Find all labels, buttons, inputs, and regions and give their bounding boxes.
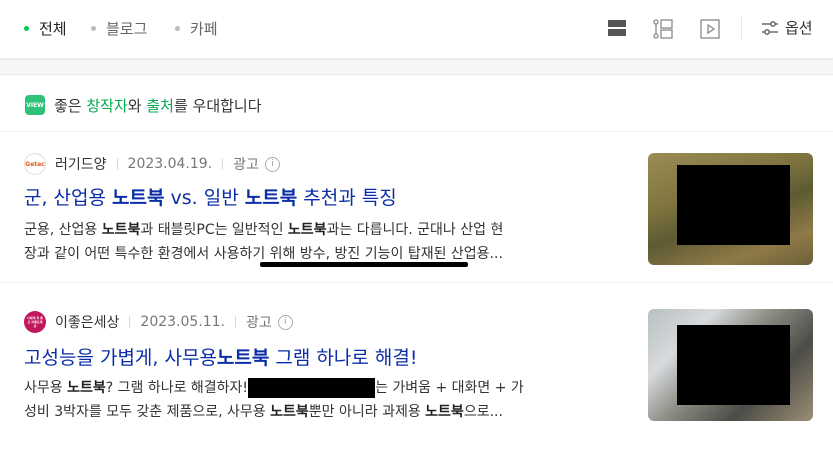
post-date: 2023.04.19. <box>127 156 213 172</box>
result-description[interactable]: 군용, 산업용 노트북과 태블릿PC는 일반적인 노트북과는 다릅니다. 군대나… <box>24 218 614 266</box>
video-view-icon[interactable] <box>699 18 721 40</box>
options-button[interactable]: 옵션 <box>761 17 813 38</box>
title-part: 고성능을 가볍게, 사무용 <box>24 347 217 369</box>
tab-cafe-label: 카페 <box>190 20 218 38</box>
banner-text-1: 좋은 <box>54 97 87 115</box>
divider <box>129 316 131 328</box>
ad-label: 광고 <box>246 315 272 331</box>
info-icon[interactable]: i <box>277 314 293 330</box>
redaction-box <box>677 165 790 245</box>
author-name[interactable]: 러기드양 <box>55 154 107 174</box>
divider <box>235 316 237 328</box>
author-avatar[interactable]: 나에게 꼭 좋은 이좋은세상 <box>24 311 46 333</box>
ad-label: 광고 <box>233 157 259 173</box>
title-keyword: 노트북 <box>244 187 298 209</box>
dot-icon <box>175 26 180 31</box>
redaction-box <box>248 378 376 398</box>
desc-line: 사무용 노트북? 그램 하나로 해결하자! 는 가벼움 + 대화면 + 가 <box>24 378 524 398</box>
result-description[interactable]: 사무용 노트북? 그램 하나로 해결하자! 는 가벼움 + 대화면 + 가 성비 … <box>24 376 614 424</box>
list-view-icon[interactable] <box>607 18 627 38</box>
divider <box>741 17 742 39</box>
active-dot-icon <box>24 26 29 31</box>
options-label: 옵션 <box>785 19 813 37</box>
view-banner: VIEW 좋은 창작자와 출처를 우대합니다 <box>0 75 833 132</box>
options-sliders-icon <box>762 20 778 35</box>
avatar-text: 나에게 꼭 좋은 이좋은세상 <box>27 316 43 328</box>
title-part: 군, 산업용 <box>24 187 113 209</box>
tab-blog-label: 블로그 <box>106 20 148 38</box>
info-icon[interactable]: i <box>264 156 280 172</box>
result-title-link[interactable]: 군, 산업용 노트북 vs. 일반 노트북 추천과 특징 <box>24 183 397 210</box>
redaction-box <box>677 325 790 405</box>
result-thumbnail[interactable] <box>648 309 813 421</box>
tab-all-label: 전체 <box>39 20 67 38</box>
result-meta: 나에게 꼭 좋은 이좋은세상 이좋은세상 2023.05.11. 광고 i <box>24 311 293 333</box>
banner-source: 출처 <box>146 97 174 115</box>
tab-blog[interactable]: 블로그 <box>91 18 147 39</box>
result-item: Getac 러기드양 2023.04.19. 광고 i 군, 산업용 노트북 v… <box>0 132 833 283</box>
divider <box>222 158 224 170</box>
result-item: 나에게 꼭 좋은 이좋은세상 이좋은세상 2023.05.11. 광고 i 고성… <box>0 290 833 440</box>
title-part: 추천과 특징 <box>297 187 397 209</box>
banner-creator: 창작자 <box>86 97 128 115</box>
title-part: 그램 하나로 해결! <box>269 347 418 369</box>
result-title-link[interactable]: 고성능을 가볍게, 사무용노트북 그램 하나로 해결! <box>24 343 417 370</box>
card-view-icon[interactable] <box>652 18 674 40</box>
tab-all[interactable]: 전체 <box>24 18 67 39</box>
banner-text-3: 를 우대합니다 <box>173 97 262 115</box>
result-meta: Getac 러기드양 2023.04.19. 광고 i <box>24 153 280 175</box>
tab-cafe[interactable]: 카페 <box>175 18 218 39</box>
dot-icon <box>91 26 96 31</box>
post-date: 2023.05.11. <box>140 314 226 330</box>
divider <box>116 158 118 170</box>
search-tab-bar: 전체 블로그 카페 옵션 <box>0 0 833 59</box>
desc-line: 군용, 산업용 노트북과 태블릿PC는 일반적인 노트북과는 다릅니다. 군대나… <box>24 222 504 238</box>
banner-text-2: 와 <box>127 97 147 115</box>
desc-line: 성비 3박자를 모두 갖춘 제품으로, 사무용 노트북뿐만 아니라 과제용 노트… <box>24 404 503 420</box>
result-thumbnail[interactable] <box>648 153 813 265</box>
redaction-bar <box>260 262 468 267</box>
results-panel: VIEW 좋은 창작자와 출처를 우대합니다 Getac 러기드양 2023.0… <box>0 74 833 466</box>
author-name[interactable]: 이좋은세상 <box>55 312 119 332</box>
title-keyword: 노트북 <box>112 187 165 209</box>
title-part: vs. 일반 <box>164 187 245 209</box>
title-keyword: 노트북 <box>216 347 270 369</box>
view-badge-icon: VIEW <box>25 95 45 115</box>
author-avatar[interactable]: Getac <box>24 153 46 175</box>
banner-text: 좋은 창작자와 출처를 우대합니다 <box>54 95 262 116</box>
